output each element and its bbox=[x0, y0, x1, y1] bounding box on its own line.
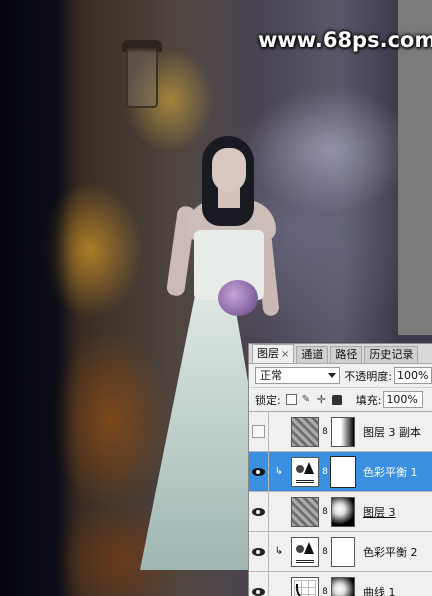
lock-move-icon[interactable]: ✛ bbox=[317, 394, 327, 405]
layer-mask-thumbnail[interactable] bbox=[331, 576, 355, 596]
face bbox=[212, 148, 246, 192]
visibility-toggle[interactable] bbox=[249, 531, 269, 572]
eye-icon bbox=[252, 467, 265, 476]
eye-icon bbox=[252, 587, 265, 596]
visibility-toggle[interactable] bbox=[249, 491, 269, 532]
layer-row[interactable]: 8 图层 3 副本 bbox=[249, 411, 432, 452]
visibility-toggle[interactable] bbox=[249, 411, 269, 452]
blend-row: 正常 不透明度: 100% bbox=[249, 364, 432, 388]
curves-adjustment-icon[interactable] bbox=[291, 576, 319, 596]
layer-row[interactable]: 8 图层 3 bbox=[249, 491, 432, 532]
layers-panel: 图层 × 通道 路径 历史记录 正常 不透明度: 100% 锁定: ✎ ✛ 填充:… bbox=[248, 343, 432, 596]
tab-paths[interactable]: 路径 bbox=[330, 346, 363, 363]
lock-paint-brush-icon[interactable]: ✎ bbox=[302, 394, 312, 405]
eye-icon bbox=[252, 507, 265, 516]
color-balance-adjustment-icon[interactable] bbox=[291, 456, 319, 487]
hidden-eye-box-icon bbox=[252, 425, 265, 438]
lock-row: 锁定: ✎ ✛ 填充: 100% bbox=[249, 388, 432, 412]
lock-label: 锁定: bbox=[255, 393, 281, 407]
bouquet bbox=[218, 280, 258, 316]
clipping-arrow-icon: ↳ bbox=[274, 466, 284, 477]
layer-name[interactable]: 色彩平衡 2 bbox=[363, 544, 418, 560]
layer-row-selected[interactable]: ↳ 8 色彩平衡 1 bbox=[249, 451, 432, 492]
tab-layers[interactable]: 图层 × bbox=[252, 344, 295, 363]
chain-link-icon[interactable]: 8 bbox=[321, 507, 329, 517]
layer-row[interactable]: ↳ 8 色彩平衡 2 bbox=[249, 531, 432, 572]
layer-thumbnail[interactable] bbox=[291, 496, 319, 527]
layer-thumbnail[interactable] bbox=[291, 416, 319, 447]
visibility-toggle[interactable] bbox=[249, 571, 269, 596]
blend-mode-select[interactable]: 正常 bbox=[255, 367, 341, 384]
panel-tabs: 图层 × 通道 路径 历史记录 bbox=[249, 344, 432, 364]
chevron-down-icon bbox=[328, 373, 337, 378]
fill-field[interactable]: 100% bbox=[383, 391, 424, 408]
chain-link-icon[interactable]: 8 bbox=[321, 547, 329, 557]
layer-name[interactable]: 图层 3 bbox=[363, 504, 396, 520]
chain-link-icon[interactable]: 8 bbox=[321, 467, 329, 477]
blend-mode-value: 正常 bbox=[260, 369, 282, 382]
opacity-field[interactable]: 100% bbox=[394, 367, 432, 384]
clipping-arrow-icon: ↳ bbox=[274, 546, 284, 557]
opacity-label: 不透明度: bbox=[344, 369, 393, 383]
layer-name[interactable]: 色彩平衡 1 bbox=[363, 464, 418, 480]
dark-tree-trunk bbox=[0, 0, 70, 596]
watermark-text: www.68ps.com bbox=[258, 28, 432, 52]
layer-mask-thumbnail[interactable] bbox=[331, 536, 355, 567]
chain-link-icon[interactable]: 8 bbox=[321, 587, 329, 596]
layer-name[interactable]: 图层 3 副本 bbox=[363, 424, 421, 440]
chain-link-icon[interactable]: 8 bbox=[321, 427, 329, 437]
layer-name[interactable]: 曲线 1 bbox=[363, 584, 396, 596]
color-balance-adjustment-icon[interactable] bbox=[291, 536, 319, 567]
lantern bbox=[126, 48, 158, 108]
layer-row[interactable]: 8 曲线 1 bbox=[249, 571, 432, 596]
lock-all-icon[interactable] bbox=[331, 394, 342, 405]
tab-layers-label: 图层 bbox=[257, 347, 279, 360]
lock-transparent-icon[interactable] bbox=[285, 394, 297, 405]
layer-mask-thumbnail[interactable] bbox=[331, 416, 355, 447]
visibility-toggle[interactable] bbox=[249, 451, 269, 492]
fill-label: 填充: bbox=[355, 393, 382, 407]
eye-icon bbox=[252, 547, 265, 556]
close-icon[interactable]: × bbox=[281, 349, 289, 360]
layer-mask-thumbnail[interactable] bbox=[331, 496, 355, 527]
tab-channels[interactable]: 通道 bbox=[296, 346, 329, 363]
layer-mask-thumbnail[interactable] bbox=[330, 455, 356, 488]
tab-history[interactable]: 历史记录 bbox=[364, 346, 419, 363]
